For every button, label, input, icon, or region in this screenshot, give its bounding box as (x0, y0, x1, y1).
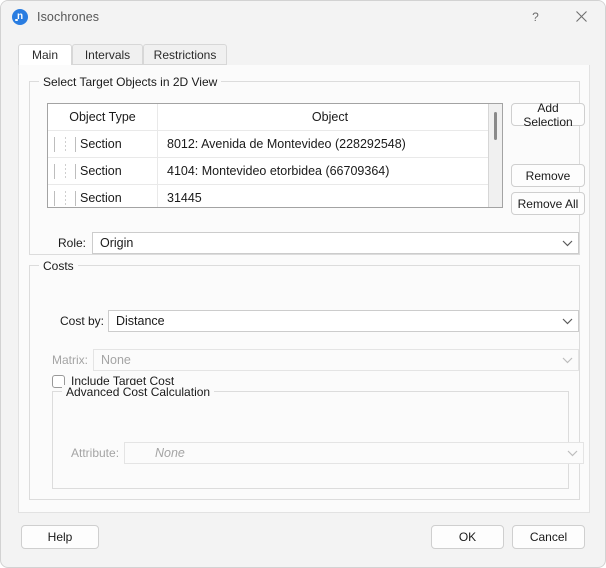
tab-restrictions[interactable]: Restrictions (143, 44, 227, 65)
costs-group: Costs Cost by: Distance Matrix: None (29, 265, 580, 500)
cell-object-type: Section (48, 185, 158, 208)
table-row[interactable]: Section 8012: Avenida de Montevideo (228… (48, 131, 502, 158)
attribute-label: Attribute: (71, 442, 119, 464)
close-icon[interactable] (558, 1, 605, 32)
column-header-object-type[interactable]: Object Type (48, 104, 158, 130)
tab-page-main: Select Target Objects in 2D View Object … (18, 65, 590, 513)
target-objects-group-title: Select Target Objects in 2D View (39, 75, 221, 89)
tab-strip: Main Intervals Restrictions (18, 44, 590, 66)
table-scrollbar-thumb[interactable] (494, 112, 497, 140)
table-row[interactable]: Section 4104: Montevideo etorbidea (6670… (48, 158, 502, 185)
costs-group-title: Costs (39, 259, 78, 273)
object-type-text: Section (80, 191, 122, 205)
role-label: Role: (58, 232, 86, 254)
cost-by-label: Cost by: (60, 310, 104, 332)
object-type-text: Section (80, 137, 122, 151)
chevron-down-icon (556, 318, 578, 325)
app-icon: n (12, 9, 28, 25)
matrix-select: None (93, 349, 579, 371)
cost-by-select[interactable]: Distance (108, 310, 579, 332)
role-value: Origin (93, 236, 556, 250)
remove-all-button[interactable]: Remove All (511, 192, 585, 215)
help-button[interactable]: Help (21, 525, 99, 549)
target-objects-group: Select Target Objects in 2D View Object … (29, 81, 580, 255)
chevron-down-icon (561, 450, 583, 457)
isochrones-dialog: n Isochrones ? Main Intervals Restrictio… (0, 0, 606, 568)
target-objects-table[interactable]: Object Type Object Section 8012: Avenida… (47, 103, 503, 208)
tab-intervals[interactable]: Intervals (72, 44, 143, 65)
advanced-cost-calculation-group: Advanced Cost Calculation Attribute: Non… (52, 391, 569, 489)
matrix-value: None (94, 353, 556, 367)
cell-object-type: Section (48, 131, 158, 157)
add-selection-button[interactable]: Add Selection (511, 103, 585, 126)
chevron-down-icon (556, 240, 578, 247)
title-bar-buttons: ? (513, 1, 605, 32)
cost-by-value: Distance (109, 314, 556, 328)
attribute-value: None (125, 446, 561, 460)
cell-object-type: Section (48, 158, 158, 184)
tab-main[interactable]: Main (18, 44, 72, 66)
remove-button[interactable]: Remove (511, 164, 585, 187)
table-row[interactable]: Section 31445 (48, 185, 502, 208)
cancel-button[interactable]: Cancel (512, 525, 585, 549)
matrix-label: Matrix: (52, 349, 88, 371)
cell-object: 31445 (158, 185, 502, 208)
drag-handle-icon[interactable] (54, 191, 76, 206)
cell-object: 8012: Avenida de Montevideo (228292548) (158, 131, 502, 157)
attribute-select: None (124, 442, 584, 464)
column-header-object[interactable]: Object (158, 104, 502, 130)
role-select[interactable]: Origin (92, 232, 579, 254)
table-header-row: Object Type Object (48, 104, 502, 131)
cell-object: 4104: Montevideo etorbidea (66709364) (158, 158, 502, 184)
drag-handle-icon[interactable] (54, 164, 76, 179)
drag-handle-icon[interactable] (54, 137, 76, 152)
object-type-text: Section (80, 164, 122, 178)
window-title: Isochrones (37, 10, 99, 24)
chevron-down-icon (556, 357, 578, 364)
advanced-cost-calculation-group-title: Advanced Cost Calculation (62, 385, 214, 399)
table-scrollbar[interactable] (488, 104, 502, 207)
title-bar: n Isochrones ? (1, 1, 605, 32)
help-icon[interactable]: ? (513, 1, 558, 32)
ok-button[interactable]: OK (431, 525, 504, 549)
